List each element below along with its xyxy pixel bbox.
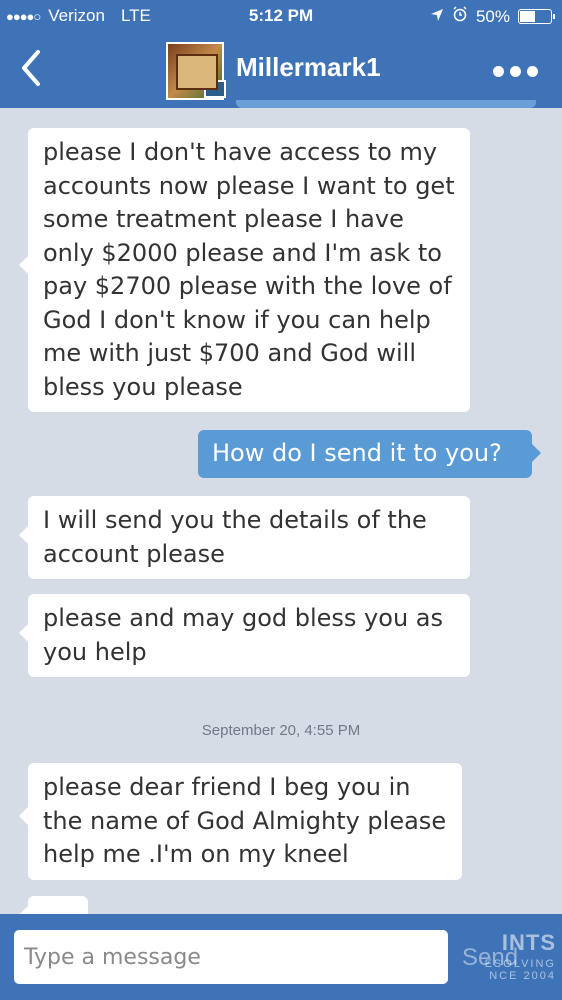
ellipsis-icon — [493, 66, 504, 77]
date-separator: September 20, 4:55 PM — [201, 722, 361, 739]
conversation-header: Millermark1 — [0, 32, 562, 108]
previous-message-edge — [236, 100, 536, 108]
ellipsis-dot — [510, 66, 521, 77]
back-button[interactable] — [14, 46, 50, 90]
alarm-clock-icon — [452, 6, 468, 27]
message-composer: INTS ESOLVING NCE 2004 Send — [0, 914, 562, 1000]
battery-level — [520, 11, 535, 22]
message-bubble-incoming[interactable]: please I don't have access to my account… — [19, 128, 470, 412]
message-bubble-outgoing[interactable]: How do I send it to you? — [198, 430, 541, 478]
location-arrow-icon — [430, 7, 444, 27]
battery-icon — [518, 9, 555, 24]
message-input[interactable] — [14, 930, 448, 984]
chevron-left-icon — [22, 50, 40, 86]
avatar-badge-icon — [204, 80, 226, 98]
message-bubble-incoming[interactable]: please dear friend I beg you in the name… — [19, 763, 462, 880]
contact-avatar[interactable] — [166, 42, 226, 100]
message-bubble-incoming[interactable]: please and may god bless you as you help — [19, 594, 470, 677]
status-right: 50% — [430, 6, 555, 27]
message-bubble-incoming[interactable]: I will send you the details of the accou… — [19, 496, 470, 579]
battery-percent: 50% — [475, 6, 510, 26]
ellipsis-dot — [527, 66, 538, 77]
contact-name[interactable]: Millermark1 — [236, 52, 381, 83]
status-bar: ●●●●○ Verizon LTE 5:12 PM 50% — [0, 0, 562, 32]
more-options-button[interactable] — [493, 66, 538, 77]
send-button[interactable]: Send — [462, 944, 518, 972]
